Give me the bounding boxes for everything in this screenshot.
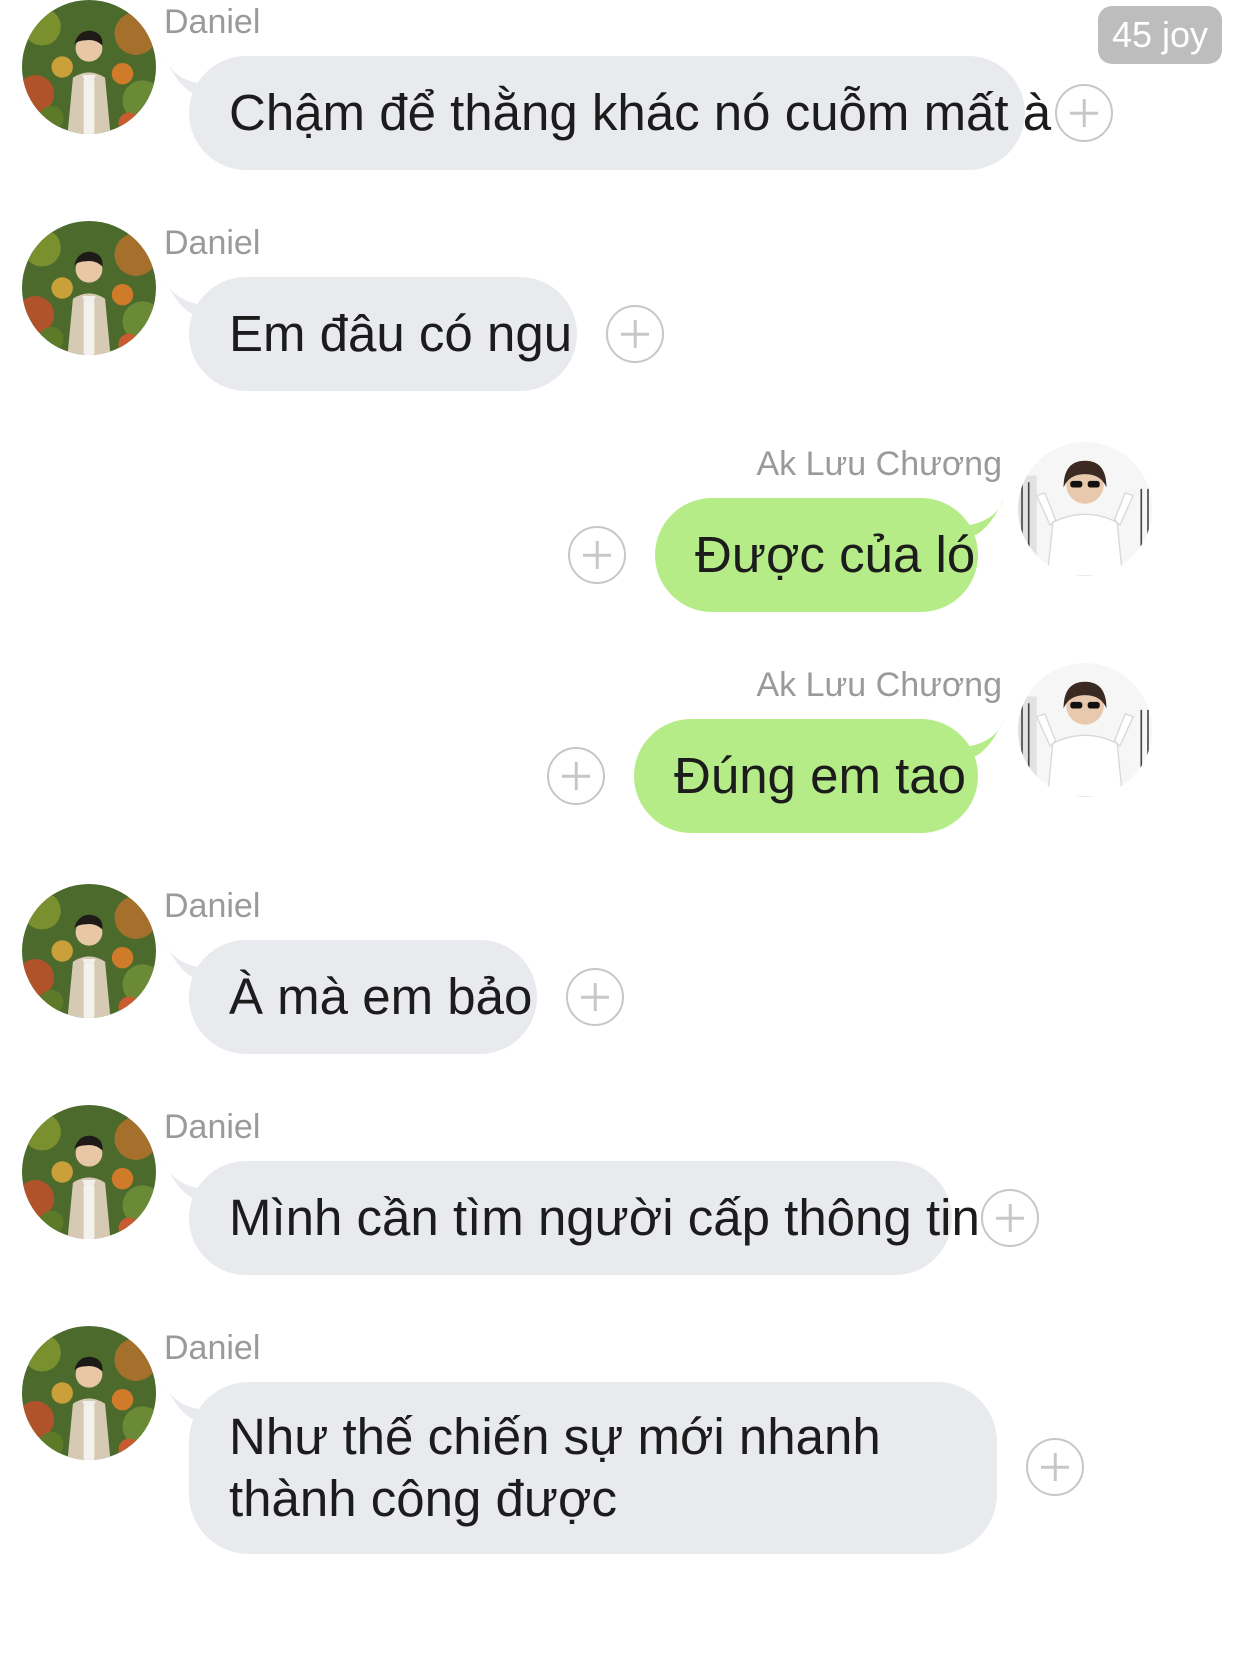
plus-circle-icon[interactable] xyxy=(566,968,624,1026)
avatar-photo-daniel xyxy=(22,0,156,134)
sender-name: Daniel xyxy=(164,3,261,41)
plus-circle-icon[interactable] xyxy=(1055,84,1113,142)
avatar-photo-daniel xyxy=(22,1326,156,1460)
sender-name: Ak Lưu Chương xyxy=(756,666,1003,704)
avatar-photo-daniel xyxy=(22,1105,156,1239)
avatar-photo-daniel xyxy=(22,884,156,1018)
avatar[interactable] xyxy=(1018,442,1152,576)
sender-name: Daniel xyxy=(164,887,261,925)
message-bubble[interactable]: Em đâu có ngu xyxy=(189,277,577,391)
avatar-photo-daniel xyxy=(22,221,156,355)
plus-circle-icon[interactable] xyxy=(547,747,605,805)
avatar[interactable] xyxy=(22,221,156,355)
message-bubble[interactable]: Mình cần tìm người cấp thông tin xyxy=(189,1161,980,1275)
message-bubble[interactable]: Như thế chiến sự mới nhanh thành công đư… xyxy=(189,1382,997,1554)
avatar-photo-ak-luu-chuong xyxy=(1018,663,1152,797)
message-bubble[interactable]: Đúng em tao xyxy=(634,719,978,833)
avatar[interactable] xyxy=(22,1105,156,1239)
message-bubble[interactable]: À mà em bảo xyxy=(189,940,537,1054)
avatar[interactable] xyxy=(22,0,156,134)
sender-name: Daniel xyxy=(164,1329,261,1367)
chat-message-list[interactable]: 45 joy Daniel Chậm để thằng khác nó cuỗm… xyxy=(0,0,1242,1667)
message-bubble[interactable]: Được của ló xyxy=(655,498,978,612)
avatar[interactable] xyxy=(22,884,156,1018)
sender-name: Daniel xyxy=(164,224,261,262)
message-bubble[interactable]: Chậm để thằng khác nó cuỗm mất à xyxy=(189,56,1051,170)
plus-circle-icon[interactable] xyxy=(606,305,664,363)
avatar[interactable] xyxy=(22,1326,156,1460)
sender-name: Ak Lưu Chương xyxy=(756,445,1003,483)
reaction-count-badge: 45 joy xyxy=(1098,6,1222,64)
sender-name: Daniel xyxy=(164,1108,261,1146)
plus-circle-icon[interactable] xyxy=(981,1189,1039,1247)
plus-circle-icon[interactable] xyxy=(568,526,626,584)
avatar-photo-ak-luu-chuong xyxy=(1018,442,1152,576)
avatar[interactable] xyxy=(1018,663,1152,797)
plus-circle-icon[interactable] xyxy=(1026,1438,1084,1496)
